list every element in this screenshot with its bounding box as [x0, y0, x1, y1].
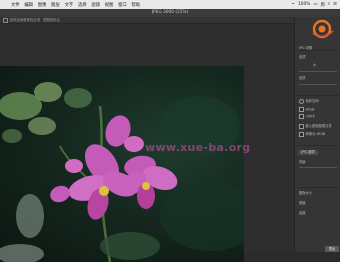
menu-type[interactable]: 文字 [65, 2, 74, 8]
checkbox-cmyk[interactable]: CMYK [299, 114, 315, 119]
menu-filter[interactable]: 滤镜 [91, 2, 100, 8]
menu-bar: 文件 编辑 图像 图层 文字 选择 滤镜 视图 窗口 帮助 ⌔ 100% ▭ 周… [0, 0, 340, 9]
document-canvas[interactable]: www.xue-ba.org [0, 25, 294, 262]
option-label: 选择连续像素的区域 [9, 18, 41, 22]
row-quality-2: 品质 [299, 76, 306, 80]
option-checkbox[interactable] [3, 17, 8, 23]
clock[interactable]: 周 [320, 2, 324, 8]
battery-icon[interactable]: ▭ [313, 2, 317, 7]
quality-slider-2[interactable] [299, 84, 337, 85]
quality-slider[interactable] [299, 71, 337, 72]
export-panel: JPG 设置 品质 大 品质 色彩空间 sRGB CMYK 嵌入颜色配置文件 转… [294, 17, 340, 252]
row-background: 背景 [299, 160, 306, 164]
row-size: 大 [313, 63, 317, 67]
row-width: 宽度 [299, 201, 306, 205]
option-label-2: 调整颜色后 [43, 18, 60, 22]
menu-edit[interactable]: 编辑 [24, 2, 33, 8]
background-slider[interactable] [299, 167, 337, 168]
row-quality: 品质 [299, 55, 306, 59]
checkbox-convert-srgb[interactable]: 转换为 sRGB [299, 131, 325, 137]
section-image-size: 图像大小 [299, 191, 313, 195]
jpg-options-button[interactable]: JPG 选项 [298, 150, 318, 155]
menu-view[interactable]: 视图 [105, 2, 114, 8]
checkbox-embed-profile[interactable]: 嵌入颜色配置文件 [299, 123, 332, 129]
checkbox-srgb[interactable]: sRGB [299, 107, 314, 112]
section-colorspace: 色彩空间 [299, 98, 319, 104]
colorspace-radio[interactable] [299, 98, 304, 104]
wifi-icon[interactable]: ⌔ [291, 2, 295, 8]
menu-window[interactable]: 窗口 [118, 2, 127, 8]
row-height: 高度 [299, 211, 306, 215]
orchid-photo [0, 66, 244, 262]
battery-percent: 100% [298, 2, 311, 7]
logo-icon [312, 19, 334, 39]
export-button[interactable]: 导出 [325, 246, 339, 252]
search-icon[interactable]: ⌕ [328, 2, 330, 7]
menu-icon[interactable]: ☰ [333, 2, 337, 7]
watermark-text: www.xue-ba.org [145, 141, 251, 154]
menu-help[interactable]: 帮助 [132, 2, 141, 8]
options-bar: 选择连续像素的区域 调整颜色后 [0, 17, 295, 24]
menu-layer[interactable]: 图层 [51, 2, 60, 8]
menu-select[interactable]: 选择 [78, 2, 87, 8]
menu-file[interactable]: 文件 [11, 2, 20, 8]
menu-image[interactable]: 图像 [38, 2, 47, 8]
